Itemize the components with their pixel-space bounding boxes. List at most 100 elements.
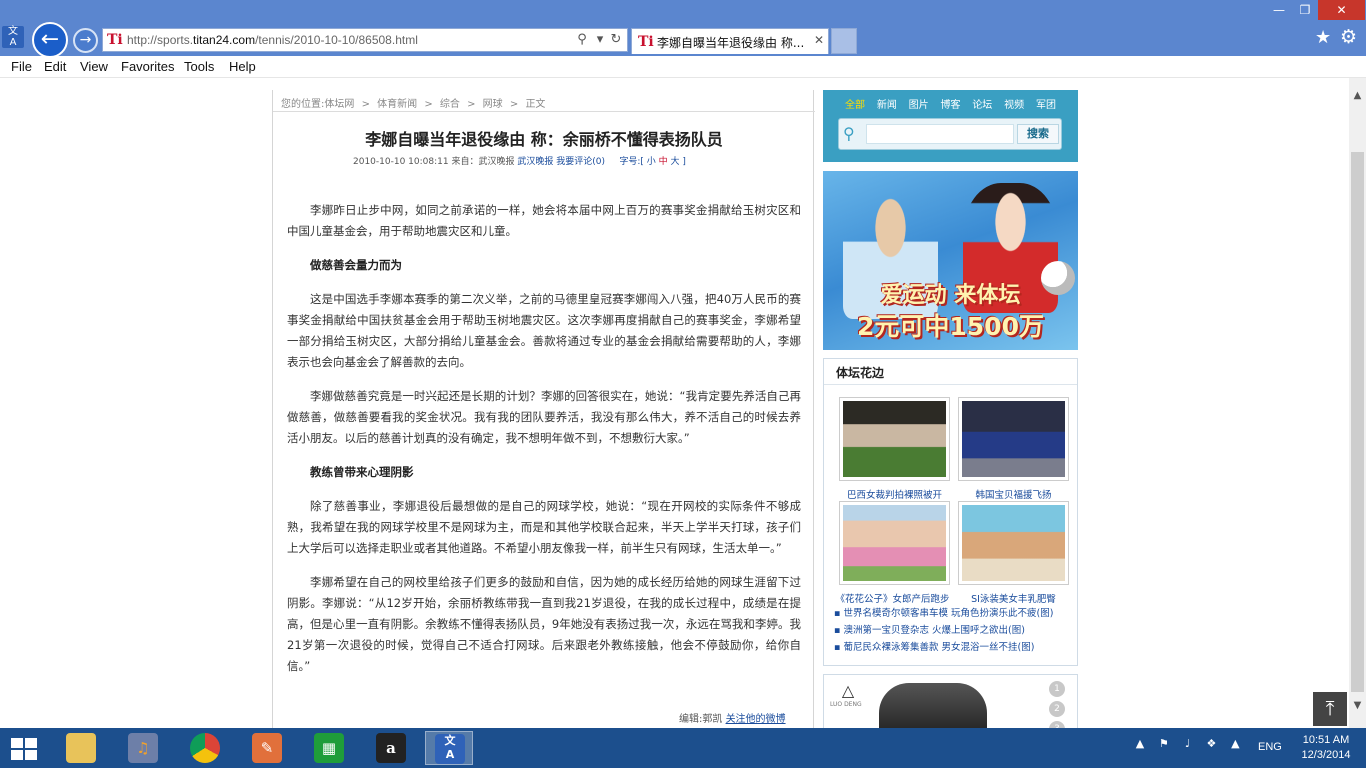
huabian-caption-3[interactable]: 《花花公子》女郎产后跑步 <box>830 591 955 605</box>
taskbar-amazon[interactable]: a <box>367 731 415 765</box>
back-button[interactable]: ← <box>32 22 68 58</box>
search-cat-video[interactable]: 视频 <box>1004 100 1024 111</box>
list-item[interactable]: 澳洲第一宝贝登杂志 火爆上围呼之欲出(图) <box>834 622 1074 639</box>
scroll-thumb[interactable] <box>1351 152 1364 692</box>
vertical-scrollbar[interactable]: ▲ ▼ <box>1349 78 1366 728</box>
carousel-dot-3[interactable]: 3 <box>1049 721 1065 728</box>
breadcrumb-tennis[interactable]: 网球 <box>483 99 503 110</box>
article-paragraph: 李娜希望在自己的网校里给孩子们更多的鼓励和自信，因为她的成长经历给她的网球生涯留… <box>287 575 801 673</box>
article-subheading: 教练曾带来心理阴影 <box>310 465 414 479</box>
restore-button[interactable]: ❐ <box>1292 0 1318 20</box>
taskbar-store[interactable]: ▦ <box>305 731 353 765</box>
thumb-image <box>962 401 1065 477</box>
menu-file[interactable]: File <box>11 59 32 74</box>
font-large-link[interactable]: 大 <box>671 157 680 167</box>
breadcrumb-home[interactable]: 您的位置:体坛网 <box>281 99 354 110</box>
search-cat-all[interactable]: 全部 <box>845 100 865 111</box>
font-medium-link[interactable]: 中 <box>659 157 668 167</box>
taskbar-chrome[interactable] <box>181 731 229 765</box>
forward-button[interactable]: → <box>73 28 98 53</box>
search-button[interactable]: 搜索 <box>1017 124 1059 144</box>
language-indicator[interactable]: ENG <box>1258 741 1282 753</box>
url-text[interactable]: http://sports.titan24.com/tennis/2010-10… <box>127 33 418 47</box>
menu-edit[interactable]: Edit <box>44 59 66 74</box>
search-cat-news[interactable]: 新闻 <box>877 100 897 111</box>
site-favicon-icon: Ti <box>107 32 123 48</box>
translate-icon[interactable]: 文A <box>2 26 24 48</box>
refresh-icon[interactable]: ↻ <box>607 31 625 49</box>
search-input[interactable] <box>866 124 1014 144</box>
tab-title: 李娜自曝当年退役缘由 称... <box>657 36 805 50</box>
address-bar[interactable]: Ti http://sports.titan24.com/tennis/2010… <box>102 28 628 52</box>
menu-favorites[interactable]: Favorites <box>121 59 174 74</box>
menu-view[interactable]: View <box>80 59 108 74</box>
dropbox-icon[interactable]: ❖ <box>1201 737 1221 750</box>
breadcrumb-sports-news[interactable]: 体育新闻 <box>377 99 417 110</box>
huabian-thumb-4[interactable] <box>958 501 1069 585</box>
network-icon[interactable]: ▲ <box>1225 737 1245 750</box>
breadcrumb-sep: > <box>424 99 433 110</box>
breadcrumb-sep: > <box>509 99 519 110</box>
breadcrumb-general[interactable]: 综合 <box>440 99 460 110</box>
close-window-button[interactable]: ✕ <box>1318 0 1365 20</box>
search-cat-blog[interactable]: 博客 <box>940 100 960 111</box>
search-cat-images[interactable]: 图片 <box>909 100 929 111</box>
favorites-star-icon[interactable]: ★ <box>1315 27 1331 48</box>
browser-toolbar: 文A ← → Ti http://sports.titan24.com/tenn… <box>0 0 1366 58</box>
lottery-ad-banner[interactable]: 爱运动 来体坛 2元可中1500万 <box>823 171 1078 350</box>
store-icon: ▦ <box>314 733 344 763</box>
huabian-thumb-2[interactable] <box>958 397 1069 481</box>
apparel-ad[interactable]: △ LUO DENG 1 2 3 <box>823 674 1078 728</box>
taskbar-media-app[interactable]: ♫ <box>119 731 167 765</box>
search-box: ⚲ 搜索 <box>838 118 1062 150</box>
tab-article[interactable]: Ti 李娜自曝当年退役缘由 称... ✕ <box>631 28 829 54</box>
url-prefix: http://sports. <box>127 33 194 47</box>
list-item[interactable]: 世界名模奇尔顿客串车模 玩角色扮演乐此不疲(图) <box>834 605 1074 622</box>
article-paragraph: 这是中国选手李娜本赛季的第二次义举，之前的马德里皇冠赛李娜闯入八强，把40万人民… <box>287 292 801 369</box>
new-tab-button[interactable] <box>831 28 857 54</box>
start-button[interactable] <box>8 736 38 760</box>
flag-icon[interactable]: ⚑ <box>1154 737 1174 750</box>
source-link[interactable]: 武汉晚报 <box>517 157 553 167</box>
comment-link[interactable]: 我要评论(0) <box>556 157 605 167</box>
font-small-link[interactable]: 小 <box>647 157 656 167</box>
carousel-dot-1[interactable]: 1 <box>1049 681 1065 697</box>
volume-icon[interactable]: ♩ <box>1178 737 1198 750</box>
clock[interactable]: 10:51 AM 12/3/2014 <box>1298 733 1354 763</box>
menu-tools[interactable]: Tools <box>184 59 214 74</box>
list-item[interactable]: 葡尼民众裸泳筹集善款 男女混浴一丝不挂(图) <box>834 639 1074 656</box>
gear-icon[interactable]: ⚙ <box>1340 26 1357 48</box>
menu-help[interactable]: Help <box>229 59 256 74</box>
search-cat-forum[interactable]: 论坛 <box>972 100 992 111</box>
clock-time: 10:51 AM <box>1302 734 1350 746</box>
folder-icon <box>66 733 96 763</box>
huabian-caption-2[interactable]: 韩国宝贝福援飞扬 <box>951 487 1076 501</box>
search-cat-corps[interactable]: 军团 <box>1036 100 1056 111</box>
scroll-down-icon[interactable]: ▼ <box>1349 700 1366 716</box>
editor-weibo-link[interactable]: 关注他的微博 <box>726 714 786 725</box>
scroll-up-icon[interactable]: ▲ <box>1349 90 1366 106</box>
url-domain: titan24.com <box>193 33 256 47</box>
close-tab-icon[interactable]: ✕ <box>814 33 824 47</box>
site-search-panel: 全部 新闻 图片 博客 论坛 视频 军团 ⚲ 搜索 <box>823 90 1078 162</box>
search-dropdown-icon[interactable]: ⚲ <box>573 31 591 49</box>
huabian-caption-4[interactable]: SI泳装美女丰乳肥臀 <box>951 591 1076 605</box>
tab-favicon-icon: Ti <box>638 34 654 50</box>
minimize-button[interactable]: — <box>1266 0 1292 20</box>
taskbar-paint-app[interactable]: ✎ <box>243 731 291 765</box>
huabian-thumb-3[interactable] <box>839 501 950 585</box>
taskbar-file-explorer[interactable] <box>57 731 105 765</box>
huabian-caption-1[interactable]: 巴西女裁判拍裸照被开 <box>832 487 957 501</box>
huabian-thumb-1[interactable] <box>839 397 950 481</box>
carousel-dot-2[interactable]: 2 <box>1049 701 1065 717</box>
article-source: 武汉晚报 <box>478 157 515 167</box>
font-size-label: 字号:[ <box>619 157 644 167</box>
taskbar-translator[interactable]: 文A <box>425 731 473 765</box>
chevron-up-icon[interactable]: ▲ <box>1130 737 1150 750</box>
breadcrumb-current: 正文 <box>525 99 546 110</box>
source-label: 来自： <box>451 157 479 167</box>
back-to-top-button[interactable]: ⤒ <box>1313 692 1347 726</box>
breadcrumb-sep: > <box>361 99 370 110</box>
windows-logo-icon <box>25 738 37 748</box>
article-paragraph: 除了慈善事业，李娜退役后最想做的是自己的网球学校，她说：“现在开网校的实际条件不… <box>287 499 801 555</box>
